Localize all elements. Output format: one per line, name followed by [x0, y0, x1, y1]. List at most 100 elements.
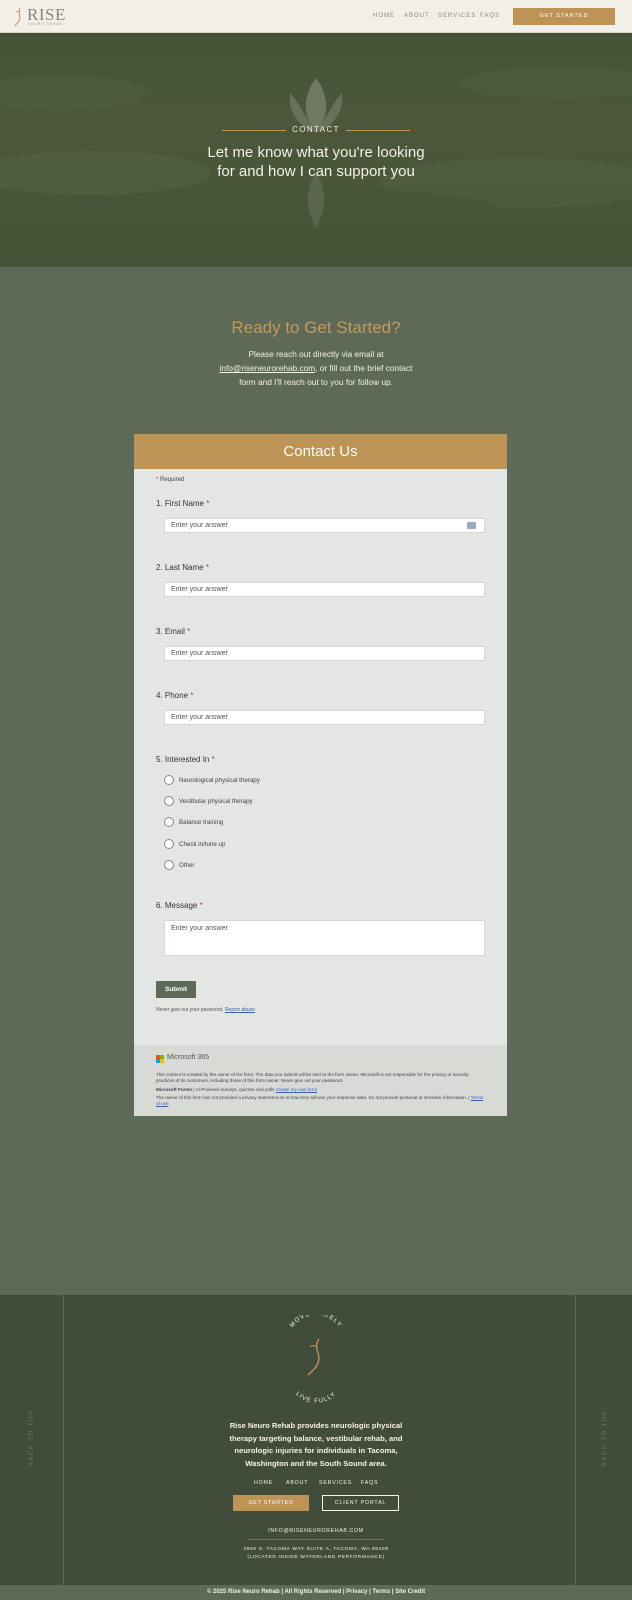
contact-form-card: Contact Us * Required 1. First Name * En… [134, 434, 507, 1116]
live-fully-arc: LIVE FULLY [294, 1391, 337, 1405]
intro-line: Please reach out directly via email at [248, 349, 384, 359]
forms-line: Microsoft Forms | AI-Powered surveys, qu… [156, 1087, 486, 1093]
footer-about: Rise Neuro Rehab provides neurologic phy… [229, 1421, 403, 1469]
radio-vestibular-pt[interactable] [164, 796, 174, 806]
question-first-name-label: 1. First Name * [156, 499, 209, 508]
phone-input[interactable]: Enter your answer [164, 710, 485, 725]
required-star: * [190, 691, 194, 700]
arc-bottom-text: LIVE FULLY [294, 1391, 336, 1405]
footer-divider-right [575, 1295, 576, 1585]
get-started-button[interactable]: GET STARTED [513, 8, 615, 25]
required-star: * [206, 499, 210, 508]
input-placeholder: Enter your answer [171, 586, 228, 593]
footer-get-started-button[interactable]: GET STARTED [233, 1495, 309, 1511]
footer-address: 2965 S. TACOMA WAY SUITE A, TACOMA, WA 9… [0, 1546, 632, 1562]
footer-nav-faqs[interactable]: FAQS [361, 1480, 378, 1486]
privacy-text: The owner of this form has not provided … [156, 1095, 471, 1100]
nav-services[interactable]: SERVICES [438, 13, 476, 19]
required-star: * [211, 755, 215, 764]
client-portal-button[interactable]: CLIENT PORTAL [322, 1495, 399, 1511]
microsoft-brand: Microsoft 365 [167, 1054, 210, 1061]
nav-about[interactable]: ABOUT [404, 13, 430, 19]
hero-title-line: Let me know what you're looking [207, 144, 425, 161]
hero-banner: CONTACT Let me know what you're looking … [0, 33, 632, 267]
footer-email[interactable]: INFO@RISENEUROREHAB.COM [0, 1528, 632, 1534]
footer-divider-left [63, 1295, 64, 1585]
back-to-top-left[interactable]: BACK TO TOP [29, 1410, 35, 1466]
site-footer: BACK TO TOP BACK TO TOP MOVE FREELY LIVE… [0, 1295, 632, 1585]
nav-home[interactable]: HOME [373, 13, 395, 19]
footer-divider [248, 1539, 384, 1540]
intro-heading: Ready to Get Started? [231, 318, 401, 337]
radio-label: Neurological physical therapy [179, 777, 260, 784]
radio-label: Vestibular physical therapy [179, 798, 253, 805]
footer-nav-about[interactable]: ABOUT [286, 1480, 308, 1486]
required-star: * [199, 901, 203, 910]
radio-neuro-pt[interactable] [164, 775, 174, 785]
question-last-name-label: 2. Last Name * [156, 563, 209, 572]
required-star: * [156, 477, 159, 483]
footer-nav-services[interactable]: SERVICES [319, 1480, 352, 1486]
form-disclaimer: This content is created by the owner of … [156, 1072, 469, 1083]
question-label-text: 1. First Name [156, 499, 205, 508]
radio-other[interactable] [164, 860, 174, 870]
message-textarea[interactable]: Enter your answer [164, 920, 485, 956]
radio-label: Check in/tune up [179, 841, 226, 848]
first-name-input[interactable]: Enter your answer [164, 518, 485, 533]
intro-text: Please reach out directly via email at i… [210, 347, 422, 389]
question-interested-label: 5. Interested In * [156, 755, 215, 764]
question-label-text: 4. Phone [156, 691, 189, 700]
radio-balance-training[interactable] [164, 817, 174, 827]
input-placeholder: Enter your answer [171, 650, 228, 657]
required-note: * Required [156, 477, 184, 483]
footer-nav-home[interactable]: HOME [254, 1480, 273, 1486]
email-input[interactable]: Enter your answer [164, 646, 485, 661]
radio-check-in[interactable] [164, 839, 174, 849]
intro-email-link[interactable]: info@riseneurorehab.com [220, 363, 316, 373]
required-star: * [205, 563, 209, 572]
nav-faqs[interactable]: FAQS [480, 13, 500, 19]
hero-label: CONTACT [292, 125, 340, 134]
radio-label: Balance training [179, 819, 224, 826]
site-header: RISE NEURO REHAB HOME ABOUT SERVICES FAQ… [0, 0, 632, 33]
radio-label: Other [179, 862, 195, 869]
arc-top-text: MOVE FREELY [289, 1315, 341, 1329]
input-placeholder: Enter your answer [171, 522, 228, 529]
required-note-text: Required [160, 477, 185, 483]
input-placeholder: Enter your answer [171, 925, 228, 932]
intro-line: info@riseneurorehab.com, or fill out the… [210, 361, 422, 375]
report-abuse-link[interactable]: Report abuse [225, 1007, 255, 1013]
copyright-bar: © 2025 Rise Neuro Rehab | All Rights Res… [0, 1585, 632, 1600]
autofill-icon [467, 522, 476, 529]
microsoft-logo-icon [156, 1055, 164, 1063]
rise-mark-icon [307, 1338, 320, 1376]
password-note: Never give out your password. Report abu… [156, 1007, 255, 1013]
hero-title-line: for and how I can support you [217, 163, 415, 180]
question-label-text: 3. Email [156, 627, 185, 636]
back-to-top-right[interactable]: BACK TO TOP [602, 1410, 608, 1466]
intro-line: form and I'll reach out to you for follo… [239, 377, 393, 387]
input-placeholder: Enter your answer [171, 714, 228, 721]
submit-button[interactable]: Submit [156, 981, 196, 998]
intro-line-rest: , or fill out the brief contact [315, 363, 413, 373]
logo-mark-icon [14, 7, 21, 27]
question-phone-label: 4. Phone * [156, 691, 193, 700]
svg-text:LIVE FULLY: LIVE FULLY [294, 1391, 337, 1405]
form-title: Contact Us [134, 434, 507, 469]
create-form-link[interactable]: Create my own form [276, 1087, 317, 1092]
address-line: 2965 S. TACOMA WAY SUITE A, TACOMA, WA 9… [243, 1547, 389, 1552]
svg-text:MOVE FREELY: MOVE FREELY [289, 1315, 342, 1329]
question-email-label: 3. Email * [156, 627, 190, 636]
address-line: (LOCATED INSIDE WATERLAND PERFORMANCE) [247, 1555, 385, 1560]
required-star: * [187, 627, 191, 636]
forms-rest: | AI-Powered surveys, quizzes and polls [192, 1087, 276, 1092]
hero-title: Let me know what you're looking for and … [166, 143, 466, 181]
logo[interactable]: RISE NEURO REHAB [14, 5, 65, 29]
password-note-text: Never give out your password. [156, 1007, 224, 1013]
question-label-text: 2. Last Name [156, 563, 204, 572]
last-name-input[interactable]: Enter your answer [164, 582, 485, 597]
form-footer: Microsoft 365 This content is created by… [134, 1045, 507, 1116]
logo-subtext: NEURO REHAB [28, 22, 63, 26]
forms-bold: Microsoft Forms [156, 1087, 192, 1092]
privacy-line: The owner of this form has not provided … [156, 1095, 486, 1107]
